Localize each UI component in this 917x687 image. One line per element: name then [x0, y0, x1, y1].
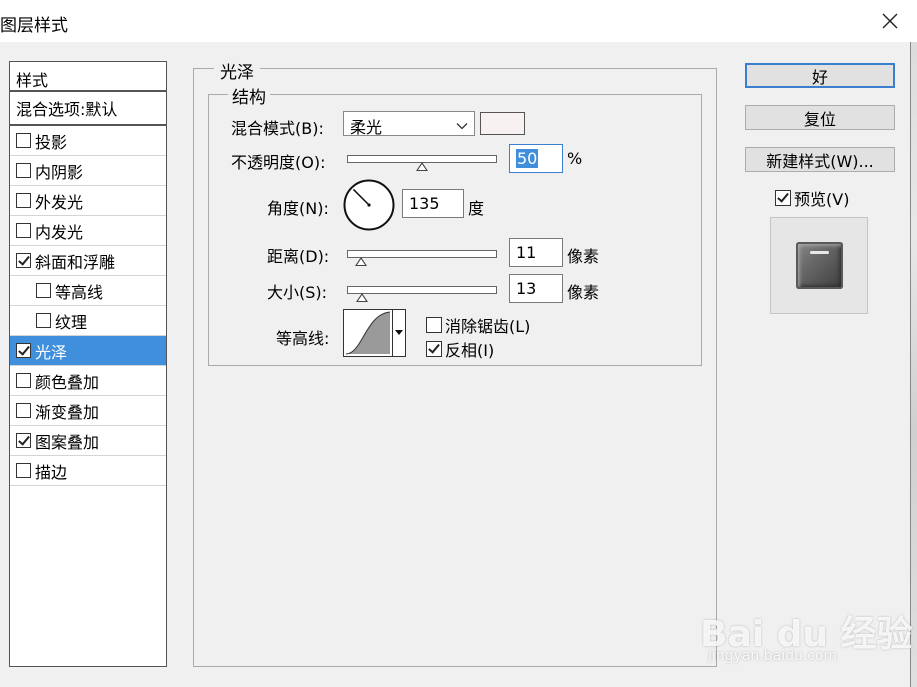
- size-slider-thumb[interactable]: [356, 293, 369, 302]
- style-items: 投影内阴影外发光内发光斜面和浮雕等高线纹理光泽颜色叠加渐变叠加图案叠加描边: [10, 126, 166, 486]
- contour-picker[interactable]: [343, 309, 406, 357]
- contour-curve-icon: [345, 311, 391, 355]
- opacity-input[interactable]: 50: [509, 144, 563, 173]
- blend-mode-value: 柔光: [350, 118, 383, 137]
- style-item[interactable]: 颜色叠加: [10, 366, 166, 396]
- size-input[interactable]: 13: [509, 274, 563, 303]
- style-item-checkbox[interactable]: [16, 193, 31, 208]
- preview-thumbnail: [795, 242, 843, 289]
- background-window-edge: [910, 42, 917, 687]
- title-bar: 图层样式: [0, 0, 917, 42]
- opacity-slider[interactable]: [347, 155, 497, 171]
- style-item-checkbox[interactable]: [16, 163, 31, 178]
- baidu-watermark-url: jingyan.baidu.com: [708, 648, 838, 664]
- style-item-checkbox[interactable]: [16, 373, 31, 388]
- invert-checkbox[interactable]: 反相(I): [426, 337, 494, 361]
- blend-options-label: 混合选项:默认: [16, 100, 118, 119]
- satin-color-swatch[interactable]: [480, 112, 525, 135]
- size-value: 13: [516, 279, 537, 298]
- opacity-label: 不透明度(O):: [231, 153, 326, 172]
- angle-value: 135: [409, 194, 440, 213]
- style-item-checkbox[interactable]: [16, 253, 31, 268]
- styles-list: 样式 混合选项:默认 投影内阴影外发光内发光斜面和浮雕等高线纹理光泽颜色叠加渐变…: [9, 61, 167, 667]
- structure-group-title: 结构: [228, 83, 270, 108]
- blend-mode-select[interactable]: 柔光: [343, 111, 475, 137]
- style-item-label: 描边: [35, 462, 68, 482]
- ok-button-label: 好: [811, 67, 828, 87]
- antialias-checkbox-box[interactable]: [426, 317, 442, 333]
- angle-input[interactable]: 135: [402, 189, 464, 218]
- style-item-label: 颜色叠加: [35, 372, 100, 392]
- blend-options-item[interactable]: 混合选项:默认: [10, 92, 166, 126]
- distance-value: 11: [516, 243, 537, 262]
- close-icon: [882, 13, 898, 29]
- preview-label: 预览(V): [794, 190, 850, 209]
- style-item[interactable]: 渐变叠加: [10, 396, 166, 426]
- style-item-checkbox[interactable]: [16, 433, 31, 448]
- style-item-label: 内阴影: [35, 162, 84, 182]
- style-item[interactable]: 图案叠加: [10, 426, 166, 456]
- distance-slider[interactable]: [347, 250, 497, 266]
- contour-dropdown-icon[interactable]: [392, 310, 405, 356]
- style-item-label: 外发光: [35, 192, 84, 212]
- opacity-slider-thumb[interactable]: [416, 162, 428, 171]
- style-item[interactable]: 内发光: [10, 216, 166, 246]
- distance-input[interactable]: 11: [509, 238, 563, 267]
- ok-button[interactable]: 好: [745, 63, 895, 88]
- distance-unit: 像素: [567, 247, 600, 266]
- new-style-button-label: 新建样式(W)...: [766, 151, 874, 171]
- opacity-value: 50: [516, 149, 539, 168]
- style-item-checkbox[interactable]: [16, 403, 31, 418]
- style-item-checkbox[interactable]: [36, 283, 51, 298]
- style-item[interactable]: 投影: [10, 126, 166, 156]
- antialias-checkbox[interactable]: 消除锯齿(L): [426, 313, 530, 337]
- style-item[interactable]: 外发光: [10, 186, 166, 216]
- reset-button[interactable]: 复位: [745, 105, 895, 130]
- size-slider[interactable]: [347, 286, 497, 302]
- angle-unit: 度: [468, 199, 485, 218]
- style-item-label: 纹理: [55, 312, 88, 332]
- style-item-checkbox[interactable]: [16, 223, 31, 238]
- style-item-label: 渐变叠加: [35, 402, 100, 422]
- style-item[interactable]: 光泽: [10, 336, 166, 366]
- style-item-checkbox[interactable]: [36, 313, 51, 328]
- style-item-label: 斜面和浮雕: [35, 252, 116, 272]
- size-unit: 像素: [567, 283, 600, 302]
- style-item-label: 等高线: [55, 282, 104, 302]
- style-item-label: 投影: [35, 132, 68, 152]
- invert-checkbox-box[interactable]: [426, 341, 442, 357]
- style-item[interactable]: 斜面和浮雕: [10, 246, 166, 276]
- contour-label: 等高线:: [276, 329, 330, 348]
- style-item[interactable]: 等高线: [10, 276, 166, 306]
- style-item[interactable]: 内阴影: [10, 156, 166, 186]
- close-button[interactable]: [863, 0, 917, 42]
- blend-mode-label: 混合模式(B):: [231, 119, 324, 138]
- distance-label: 距离(D):: [267, 247, 330, 266]
- style-item-checkbox[interactable]: [16, 343, 31, 358]
- style-item-label: 图案叠加: [35, 432, 100, 452]
- reset-button-label: 复位: [803, 109, 836, 129]
- style-item-checkbox[interactable]: [16, 463, 31, 478]
- satin-group-title: 光泽: [214, 58, 260, 83]
- style-preview: [770, 217, 868, 314]
- preview-checkbox[interactable]: 预览(V): [775, 186, 849, 210]
- new-style-button[interactable]: 新建样式(W)...: [745, 147, 895, 172]
- antialias-label: 消除锯齿(L): [445, 317, 531, 336]
- distance-slider-thumb[interactable]: [354, 257, 367, 266]
- style-item[interactable]: 纹理: [10, 306, 166, 336]
- opacity-unit: %: [567, 149, 583, 168]
- styles-list-header: 样式: [10, 62, 166, 92]
- style-item-checkbox[interactable]: [16, 133, 31, 148]
- window-title: 图层样式: [0, 16, 68, 36]
- style-item[interactable]: 描边: [10, 456, 166, 486]
- angle-label: 角度(N):: [267, 199, 329, 218]
- style-item-label: 光泽: [35, 342, 68, 362]
- preview-checkbox-box[interactable]: [775, 190, 791, 206]
- chevron-down-icon: [456, 117, 468, 136]
- style-item-label: 内发光: [35, 222, 84, 242]
- angle-dial[interactable]: [342, 178, 396, 232]
- size-label: 大小(S):: [267, 283, 328, 302]
- invert-label: 反相(I): [445, 341, 495, 360]
